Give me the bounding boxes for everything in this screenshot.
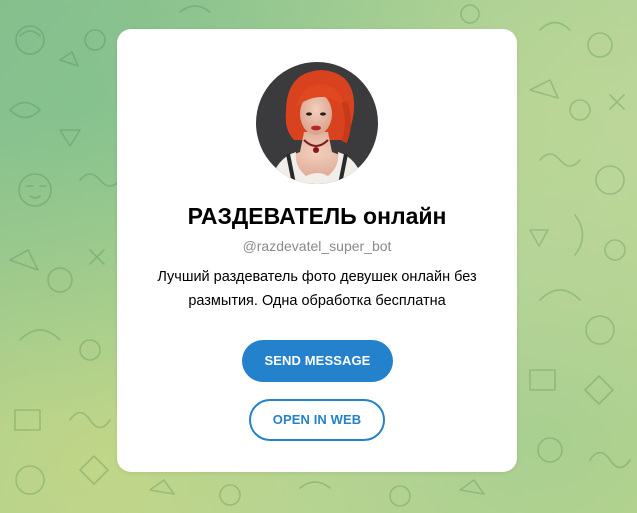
open-in-web-button[interactable]: OPEN IN WEB [249, 399, 385, 441]
bot-avatar-icon [256, 62, 378, 184]
bot-title: РАЗДЕВАТЕЛЬ онлайн [187, 203, 447, 229]
send-message-button[interactable]: SEND MESSAGE [242, 340, 393, 382]
bot-username: @razdevatel_super_bot [242, 238, 392, 254]
bot-profile-card: РАЗДЕВАТЕЛЬ онлайн @razdevatel_super_bot… [117, 29, 517, 472]
bot-description: Лучший раздеватель фото девушек онлайн б… [157, 269, 477, 309]
